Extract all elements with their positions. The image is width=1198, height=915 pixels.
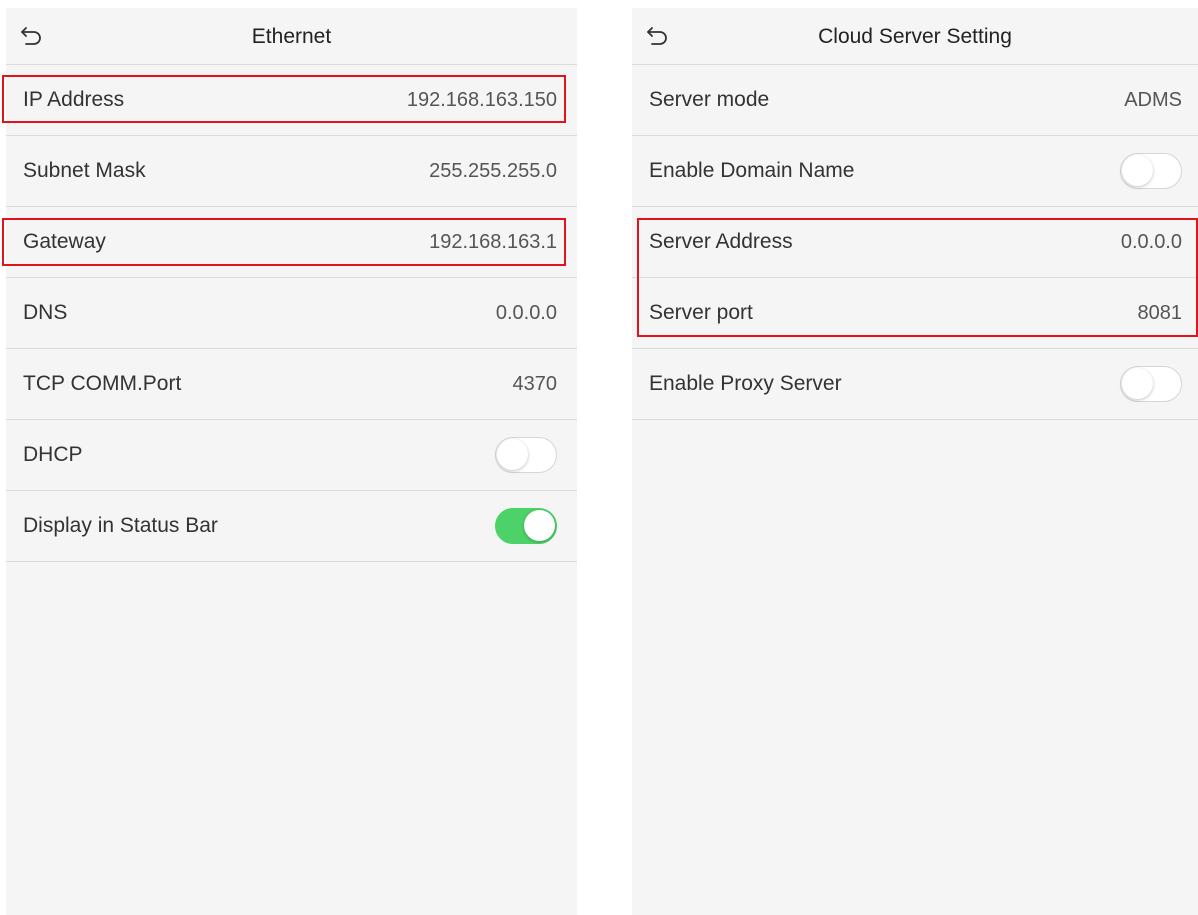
toggle-knob: [524, 510, 555, 541]
subnet-mask-value: 255.255.255.0: [429, 160, 557, 182]
toggle-knob: [497, 439, 528, 470]
gateway-value: 192.168.163.1: [429, 231, 557, 253]
enable-domain-name-row: Enable Domain Name: [632, 136, 1198, 207]
ip-address-value: 192.168.163.150: [406, 89, 557, 111]
dns-row[interactable]: DNS 0.0.0.0: [6, 278, 577, 349]
dhcp-toggle[interactable]: [495, 437, 557, 473]
server-port-value: 8081: [1137, 302, 1183, 324]
tcp-comm-port-row[interactable]: TCP COMM.Port 4370: [6, 349, 577, 420]
ip-address-label: IP Address: [23, 88, 125, 111]
server-mode-label: Server mode: [649, 88, 770, 111]
enable-domain-name-label: Enable Domain Name: [649, 159, 855, 182]
cloud-server-screen: Cloud Server Setting Server mode ADMS En…: [632, 8, 1198, 915]
server-port-label: Server port: [649, 301, 753, 324]
display-in-status-bar-label: Display in Status Bar: [23, 514, 218, 537]
cloud-server-header: Cloud Server Setting: [632, 8, 1198, 65]
ethernet-screen: Ethernet IP Address 192.168.163.150 Subn…: [6, 8, 577, 915]
server-address-row[interactable]: Server Address 0.0.0.0: [632, 207, 1198, 278]
gateway-row[interactable]: Gateway 192.168.163.1: [6, 207, 577, 278]
display-in-status-bar-row: Display in Status Bar: [6, 491, 577, 562]
ethernet-header: Ethernet: [6, 8, 577, 65]
server-mode-row[interactable]: Server mode ADMS: [632, 65, 1198, 136]
server-address-label: Server Address: [649, 230, 793, 253]
page-title: Cloud Server Setting: [818, 25, 1012, 48]
ip-address-row[interactable]: IP Address 192.168.163.150: [6, 65, 577, 136]
dns-value: 0.0.0.0: [495, 302, 557, 324]
server-address-value: 0.0.0.0: [1120, 231, 1182, 253]
server-port-row[interactable]: Server port 8081: [632, 278, 1198, 349]
server-mode-value: ADMS: [1124, 89, 1182, 111]
toggle-knob: [1122, 155, 1153, 186]
subnet-mask-row[interactable]: Subnet Mask 255.255.255.0: [6, 136, 577, 207]
dhcp-label: DHCP: [23, 443, 83, 466]
display-in-status-bar-toggle[interactable]: [495, 508, 557, 544]
page-title: Ethernet: [251, 25, 332, 48]
dhcp-row: DHCP: [6, 420, 577, 491]
gateway-label: Gateway: [23, 230, 106, 253]
toggle-knob: [1122, 368, 1153, 399]
enable-proxy-server-toggle[interactable]: [1120, 366, 1182, 402]
subnet-mask-label: Subnet Mask: [23, 159, 146, 182]
enable-domain-name-toggle[interactable]: [1120, 153, 1182, 189]
dns-label: DNS: [23, 301, 68, 324]
tcp-comm-port-value: 4370: [512, 373, 558, 395]
enable-proxy-server-label: Enable Proxy Server: [649, 372, 842, 395]
enable-proxy-server-row: Enable Proxy Server: [632, 349, 1198, 420]
tcp-comm-port-label: TCP COMM.Port: [23, 372, 182, 395]
